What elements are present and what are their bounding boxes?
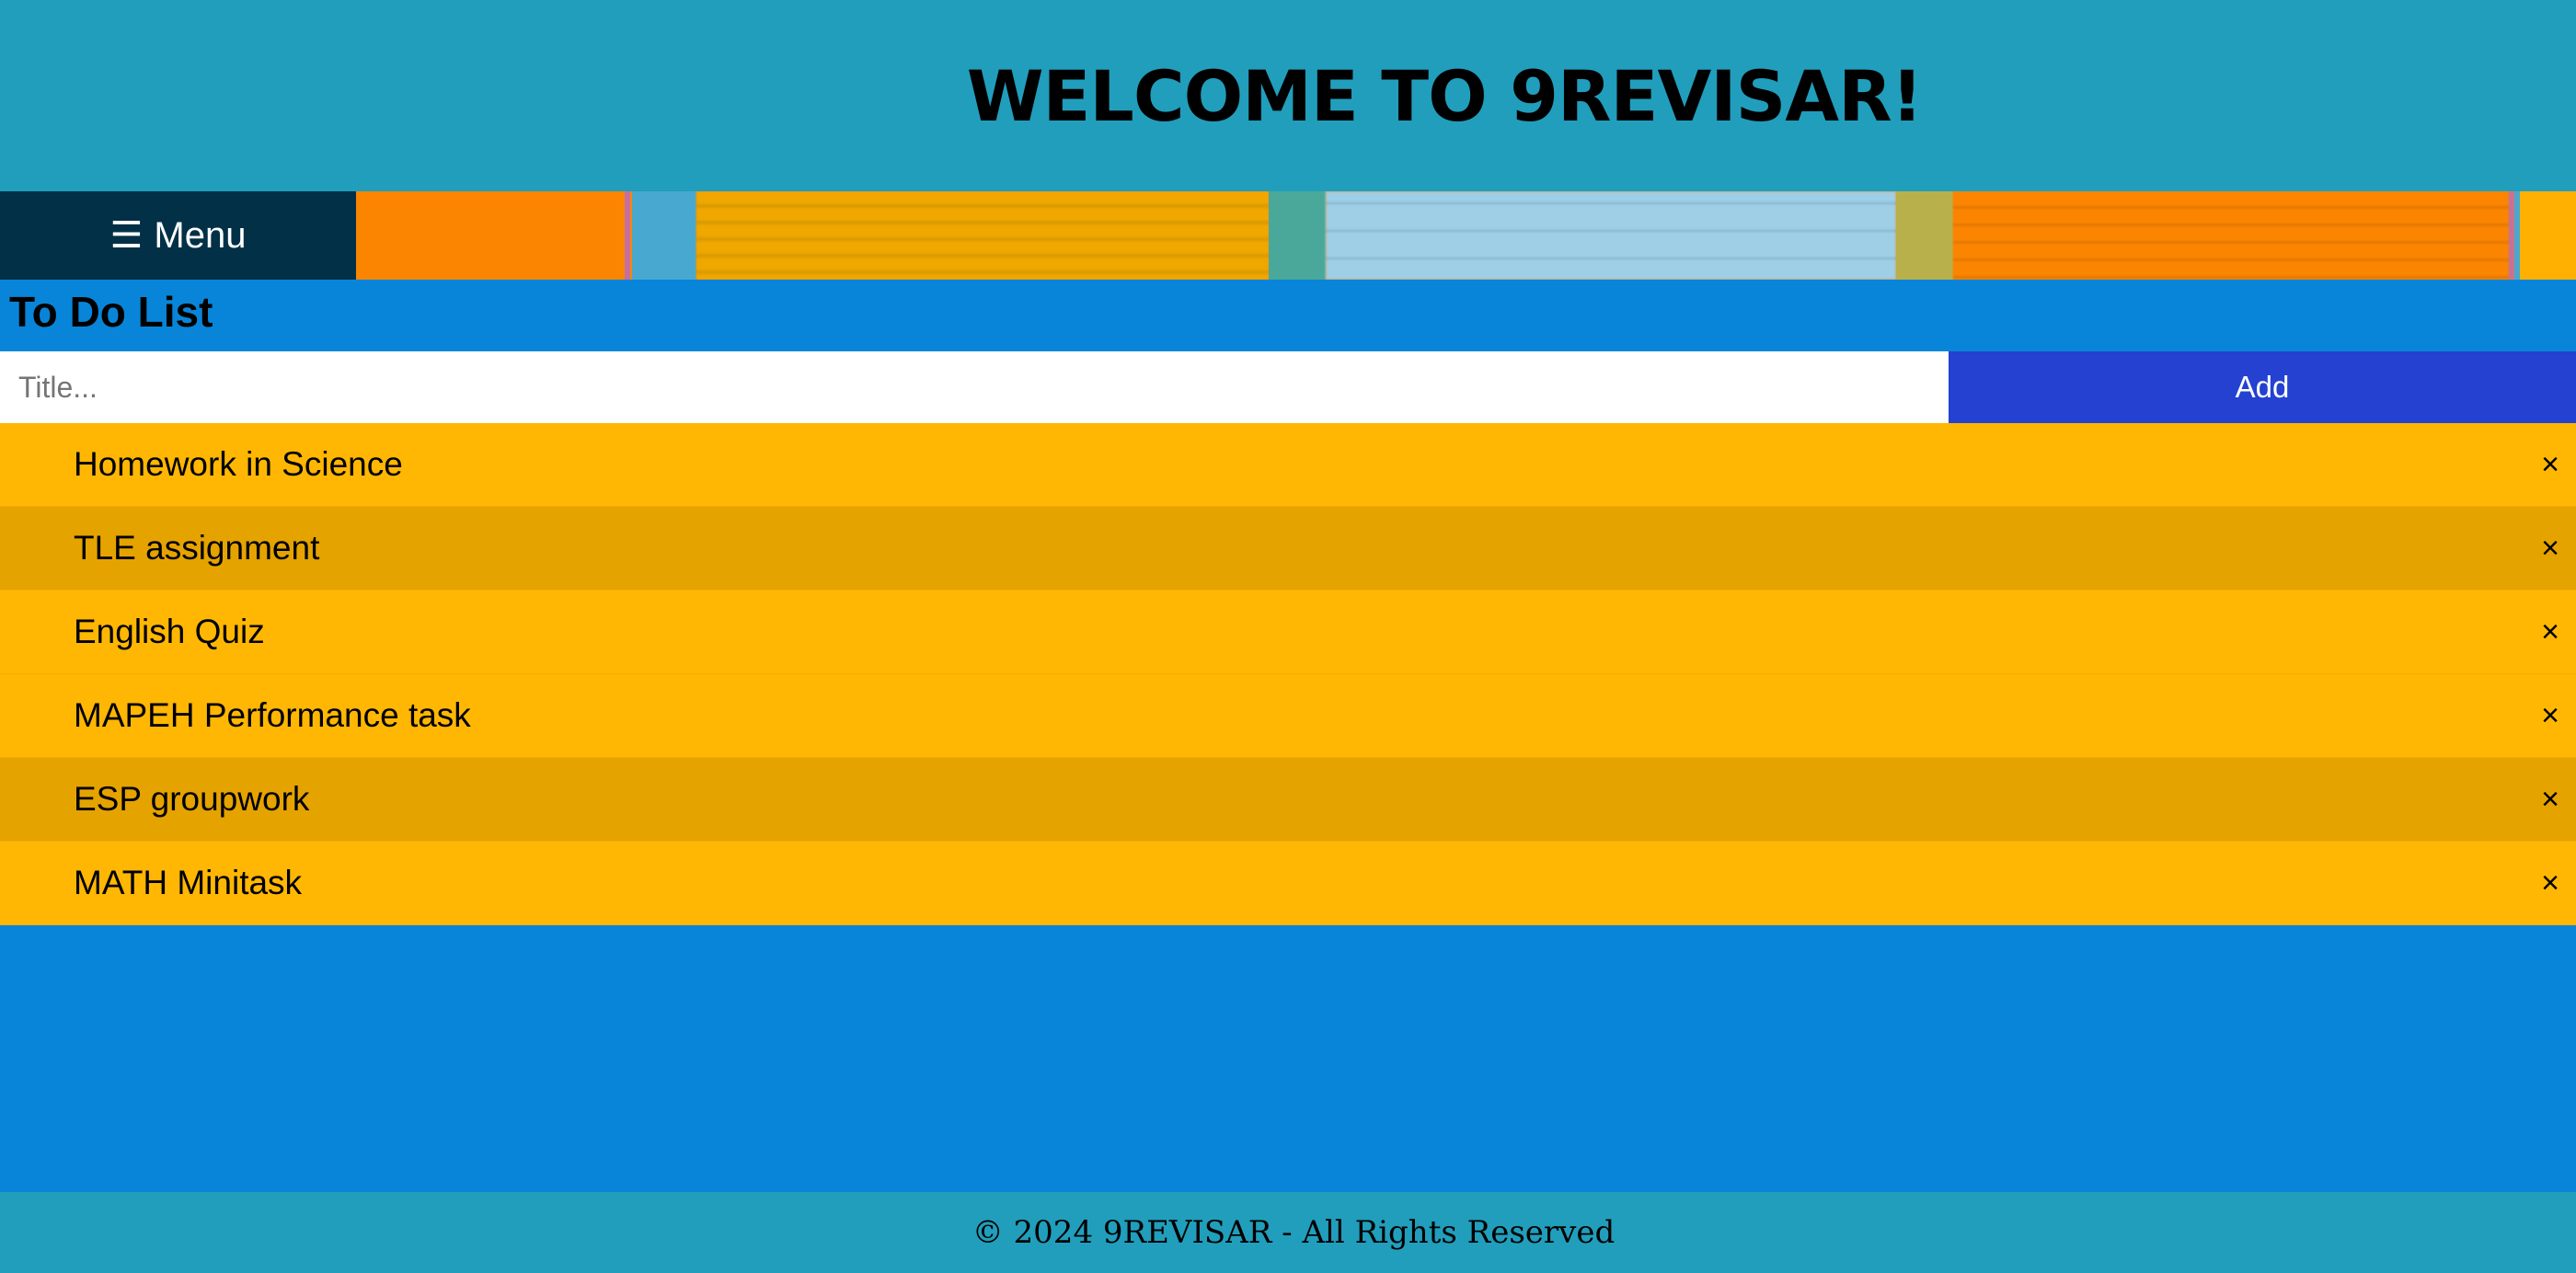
close-icon[interactable]: × [2532, 591, 2569, 673]
close-icon[interactable]: × [2532, 758, 2569, 841]
copyright-text: © 2024 9REVISAR - All Rights Reserved [972, 1214, 1616, 1251]
todo-item-label: TLE assignment [74, 529, 320, 567]
banner-tile-list-preview [1953, 191, 2514, 280]
todo-item[interactable]: English Quiz × [0, 591, 2576, 674]
site-header: WELCOME TO 9REVISAR! [0, 0, 2576, 191]
menu-button[interactable]: ☰ Menu [0, 191, 356, 280]
close-icon[interactable]: × [2532, 423, 2569, 506]
todo-list: Homework in Science × TLE assignment × Engli… [0, 423, 2576, 925]
banner-tile [632, 191, 696, 280]
close-icon[interactable]: × [2532, 842, 2569, 924]
banner-tile [1896, 191, 1953, 280]
page-title: WELCOME TO 9REVISAR! [966, 54, 1924, 137]
hamburger-icon: ☰ [109, 215, 144, 256]
title-input[interactable] [0, 351, 1949, 423]
close-icon[interactable]: × [2532, 674, 2569, 757]
banner-tile-todo-preview [696, 191, 1269, 280]
todo-heading: To Do List [9, 288, 213, 336]
todo-item-label: MATH Minitask [74, 864, 303, 901]
add-button[interactable]: Add [1949, 351, 2576, 423]
menu-label: Menu [154, 214, 247, 256]
site-footer: © 2024 9REVISAR - All Rights Reserved [0, 1192, 2576, 1273]
todo-item[interactable]: ESP groupwork × [0, 758, 2576, 842]
banner-tile [1269, 191, 1326, 280]
banner-tile-about-preview [1326, 191, 1896, 280]
todo-item-label: English Quiz [74, 613, 265, 650]
banner-tile [356, 191, 630, 280]
add-task-row: Add [0, 351, 2576, 423]
todo-item[interactable]: MAPEH Performance task × [0, 674, 2576, 758]
todo-item-label: ESP groupwork [74, 780, 310, 818]
banner-image-strip [356, 191, 2576, 280]
todo-item-label: Homework in Science [74, 445, 403, 483]
todo-item-label: MAPEH Performance task [74, 696, 471, 734]
banner-tile [2514, 191, 2576, 280]
todo-item[interactable]: TLE assignment × [0, 507, 2576, 591]
todo-item[interactable]: MATH Minitask × [0, 842, 2576, 925]
close-icon[interactable]: × [2532, 507, 2569, 590]
navbar: ☰ Menu [0, 191, 2576, 280]
todo-item[interactable]: Homework in Science × [0, 423, 2576, 507]
